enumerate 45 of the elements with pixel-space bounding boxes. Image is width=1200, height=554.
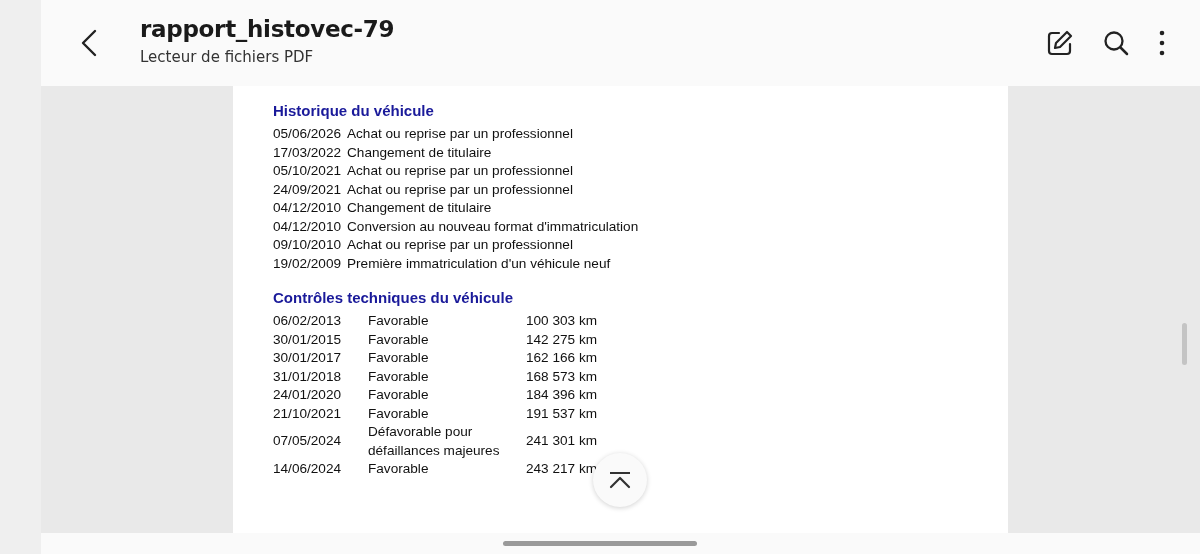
history-date: 09/10/2010: [273, 236, 343, 254]
inspection-result: Favorable: [368, 312, 430, 330]
document-title: rapport_histovec-79: [140, 16, 396, 42]
history-event: Achat ou reprise par un professionnel: [347, 162, 574, 180]
inspection-mileage: 241 301 km: [526, 432, 598, 451]
inspection-date: 21/10/2021: [273, 404, 343, 423]
inspection-mileage: 168 573 km: [526, 367, 598, 386]
history-event: Conversion au nouveau format d'immatriculation: [347, 217, 639, 236]
history-event: Changement de titulaire: [347, 143, 493, 162]
scrollbar-thumb[interactable]: [1182, 323, 1187, 365]
history-date: 05/10/2021: [273, 162, 343, 180]
inspection-mileage: 184 396 km: [526, 386, 598, 404]
chevron-up-icon: [609, 471, 631, 489]
inspection-result: Favorable: [368, 404, 430, 423]
section-heading: Historique du véhicule: [273, 102, 435, 119]
history-date: 04/12/2010: [273, 199, 343, 217]
history-event: Achat ou reprise par un professionnel: [347, 236, 574, 254]
history-date: 05/06/2026: [273, 125, 343, 143]
inspection-date: 07/05/2024: [273, 432, 343, 451]
inspection-mileage: 100 303 km: [526, 312, 598, 330]
inspection-date: 31/01/2018: [273, 367, 343, 386]
history-event: Changement de titulaire: [347, 199, 493, 217]
inspection-date: 24/01/2020: [273, 386, 343, 404]
inspection-result: Favorable: [368, 330, 430, 349]
history-event: Première immatriculation d'un véhicule neuf: [347, 254, 612, 273]
history-event: Achat ou reprise par un professionnel: [347, 180, 574, 199]
history-event: Achat ou reprise par un professionnel: [347, 125, 574, 143]
history-date: 04/12/2010: [273, 217, 343, 236]
inspection-result: Favorable: [368, 460, 430, 478]
inspection-result: Favorable: [368, 349, 430, 367]
history-date: 19/02/2009: [273, 254, 343, 273]
inspection-result: Favorable: [368, 367, 430, 386]
inspection-result: Favorable: [368, 386, 430, 404]
inspection-date: 14/06/2024: [273, 460, 343, 478]
inspection-result: Défavorable pour défaillances majeures: [368, 423, 501, 460]
inspection-mileage: 142 275 km: [526, 330, 598, 349]
inspection-date: 30/01/2017: [273, 349, 343, 367]
inspection-mileage: 191 537 km: [526, 404, 598, 423]
app-subtitle: Lecteur de fichiers PDF: [140, 48, 315, 66]
section-heading: Contrôles techniques du véhicule: [273, 289, 515, 306]
inspection-mileage: 162 166 km: [526, 349, 598, 367]
inspection-date: 30/01/2015: [273, 330, 343, 349]
history-date: 17/03/2022: [273, 143, 343, 162]
history-date: 24/09/2021: [273, 180, 343, 199]
inspection-date: 06/02/2013: [273, 312, 343, 330]
